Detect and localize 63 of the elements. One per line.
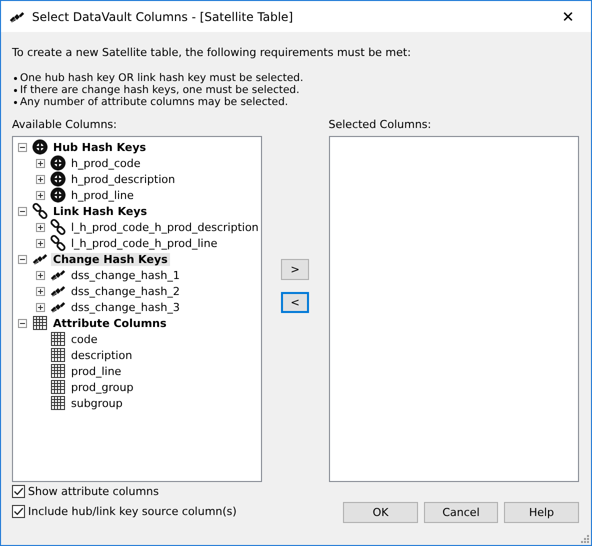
dialog-button[interactable]: OK <box>343 502 418 523</box>
chain-link-icon <box>50 235 66 251</box>
remove-column-button[interactable]: < <box>281 292 310 313</box>
expand-toggle[interactable] <box>36 174 45 184</box>
crosshair-circle-icon <box>32 139 48 155</box>
checkbox[interactable] <box>12 485 25 498</box>
dialog-button[interactable]: Help <box>504 502 579 523</box>
tree-item-label[interactable]: h_prod_code <box>69 156 142 170</box>
expand-toggle[interactable] <box>36 190 45 200</box>
tree-group-label[interactable]: Change Hash Keys <box>51 252 170 266</box>
expand-toggle[interactable] <box>36 286 45 296</box>
instruction-text: To create a new Satellite table, the following requirements must be met: <box>12 46 412 59</box>
grid-icon <box>32 315 48 331</box>
expand-toggle[interactable] <box>36 222 45 232</box>
grid-icon <box>50 363 66 379</box>
expand-toggle[interactable] <box>36 158 45 168</box>
tree-item-label[interactable]: l_h_prod_code_h_prod_line <box>69 236 220 250</box>
tree-item-label[interactable]: code <box>69 332 100 346</box>
tree-group-label[interactable]: Attribute Columns <box>51 316 169 330</box>
requirement-text: If there are change hash keys, one must be selected. <box>20 84 300 96</box>
tree-group-label[interactable]: Hub Hash Keys <box>51 140 148 154</box>
collapse-toggle[interactable] <box>18 142 27 152</box>
grid-icon <box>50 347 66 363</box>
grid-icon <box>50 331 66 347</box>
grid-icon <box>50 379 66 395</box>
bullet-icon <box>14 76 17 80</box>
crosshair-circle-icon <box>50 171 66 187</box>
collapse-toggle[interactable] <box>18 206 27 216</box>
close-button[interactable]: ✕ <box>545 1 591 32</box>
tree-item-label[interactable]: dss_change_hash_2 <box>69 284 182 298</box>
resize-grip-icon <box>579 533 589 543</box>
crosshair-circle-icon <box>50 187 66 203</box>
requirement-text: One hub hash key OR link hash key must be selected. <box>20 72 304 84</box>
requirement-text: Any number of attribute columns may be selected. <box>20 96 288 108</box>
bullet-icon <box>14 100 17 104</box>
crosshair-circle-icon <box>50 155 66 171</box>
checkbox-label: Show attribute columns <box>28 485 159 498</box>
chain-link-icon <box>50 219 66 235</box>
bullet-icon <box>14 88 17 92</box>
tree-item-label[interactable]: h_prod_line <box>69 188 136 202</box>
tree-item-label[interactable]: l_h_prod_code_h_prod_description <box>69 220 261 234</box>
tree-item-label[interactable]: h_prod_description <box>69 172 178 186</box>
checkbox-label: Include hub/link key source column(s) <box>28 505 237 518</box>
checkbox[interactable] <box>12 505 25 518</box>
tree-group-label[interactable]: Link Hash Keys <box>51 204 150 218</box>
expand-toggle[interactable] <box>36 238 45 248</box>
collapse-toggle[interactable] <box>18 254 27 264</box>
grid-icon <box>50 395 66 411</box>
tree-item-label[interactable]: prod_group <box>69 380 136 394</box>
tree-item-label[interactable]: prod_line <box>69 364 124 378</box>
tree-item-label[interactable]: description <box>69 348 134 362</box>
tree-item-label[interactable]: dss_change_hash_3 <box>69 300 182 314</box>
expand-toggle[interactable] <box>36 302 45 312</box>
tree-item-label[interactable]: subgroup <box>69 396 125 410</box>
selected-columns-label: Selected Columns: <box>328 118 432 133</box>
chain-link-icon <box>32 203 48 219</box>
window-title: Select DataVault Columns - [Satellite Table] <box>32 10 294 24</box>
expand-toggle[interactable] <box>36 270 45 280</box>
add-column-button[interactable]: > <box>281 259 310 280</box>
dialog-button[interactable]: Cancel <box>424 502 498 523</box>
tree-item-label[interactable]: dss_change_hash_1 <box>69 268 182 282</box>
available-columns-label: Available Columns: <box>12 118 118 133</box>
collapse-toggle[interactable] <box>18 318 27 328</box>
